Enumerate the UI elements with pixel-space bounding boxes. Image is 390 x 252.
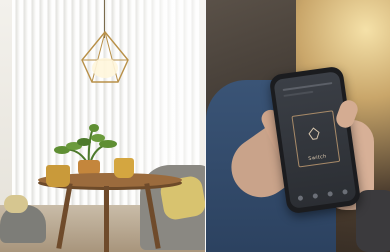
mug [114,158,134,178]
phone-screen: Switch [273,71,357,209]
nav-dot[interactable] [312,193,319,199]
nav-dot[interactable] [297,195,304,201]
yellow-pillow-left [4,195,28,213]
sleeve [356,190,390,252]
phone-hand-photo: Switch [206,0,390,252]
mug [46,165,70,187]
table-leg [104,186,109,252]
living-room-photo [0,0,206,252]
status-bar-secondary [283,90,314,97]
nav-dot[interactable] [342,189,348,195]
lamp-icon [308,127,320,140]
pendant-lamp [81,30,129,83]
status-bar [282,82,333,91]
nav-dot[interactable] [327,191,333,197]
phone-nav-bar [297,189,348,201]
